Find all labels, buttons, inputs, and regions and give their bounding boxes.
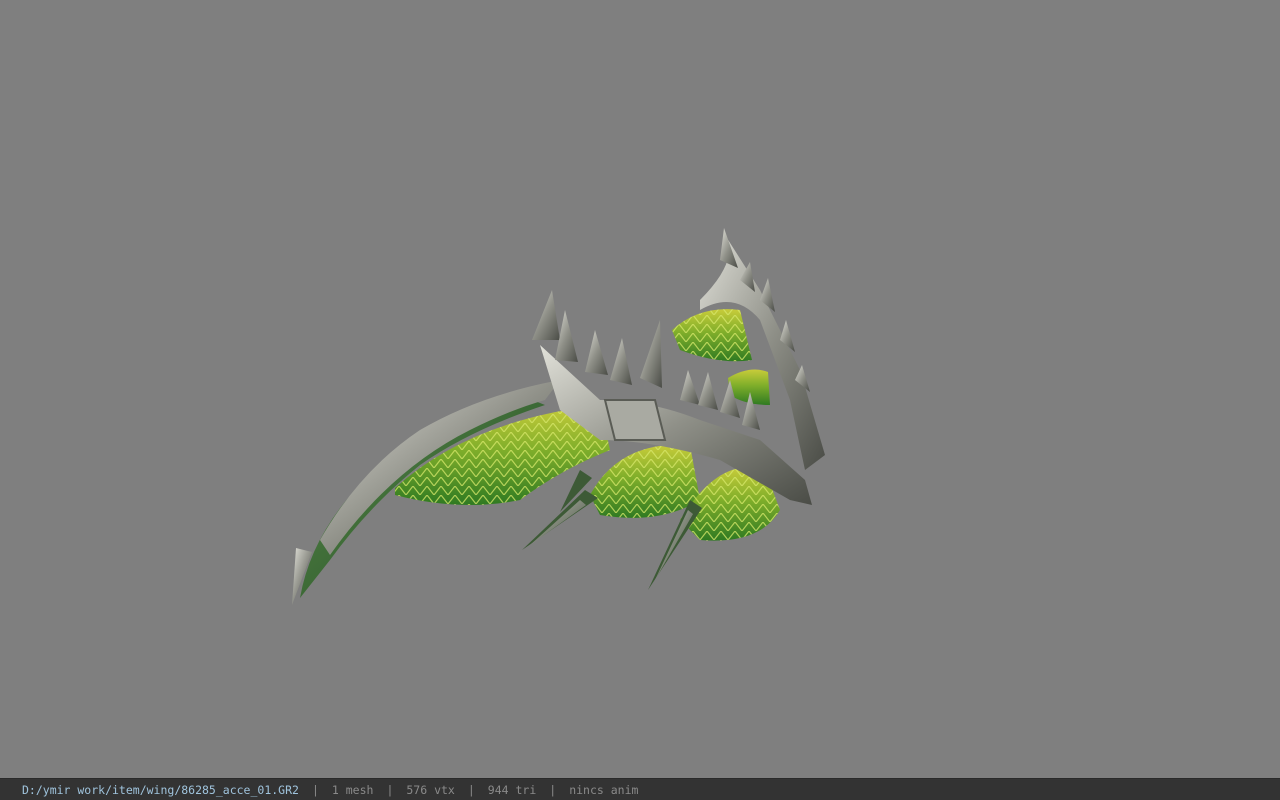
triangle-count: 944 tri <box>487 782 537 797</box>
file-path: D:/ymir work/item/wing/86285_acce_01.GR2 <box>22 782 299 797</box>
separator: | <box>467 782 475 797</box>
separator: | <box>549 782 557 797</box>
dragon-wing-model[interactable] <box>0 0 1280 778</box>
animation-status: nincs anim <box>569 782 639 797</box>
3d-viewport[interactable] <box>0 0 1280 778</box>
status-bar: D:/ymir work/item/wing/86285_acce_01.GR2… <box>0 778 1280 800</box>
separator: | <box>311 782 319 797</box>
separator: | <box>386 782 394 797</box>
vertex-count: 576 vtx <box>406 782 455 797</box>
mesh-count: 1 mesh <box>331 782 374 797</box>
